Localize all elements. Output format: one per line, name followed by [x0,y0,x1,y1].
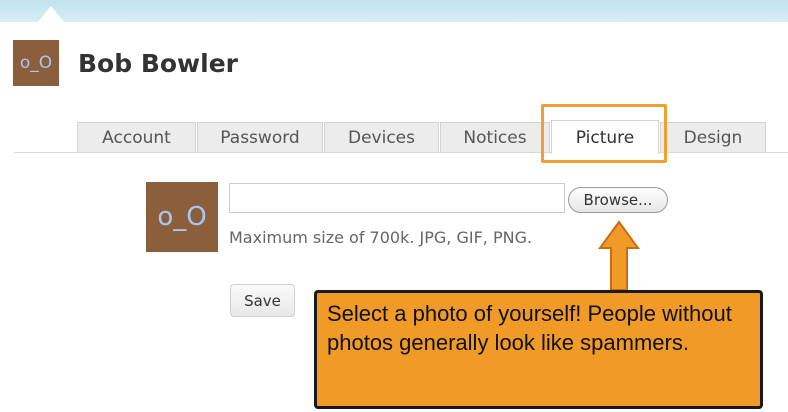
tab-design[interactable]: Design [660,122,766,152]
save-button[interactable]: Save [230,284,295,317]
tab-devices[interactable]: Devices [324,122,439,152]
page-title: Bob Bowler [78,49,239,78]
tab-account[interactable]: Account [77,122,196,152]
tip-callout: Select a photo of yourself! People witho… [314,290,763,409]
picture-tab-highlight [541,104,667,163]
current-picture: o_O [146,182,218,252]
tab-password[interactable]: Password [197,122,323,152]
browse-button[interactable]: Browse... [568,187,668,213]
tabs-divider [14,152,788,153]
file-size-hint: Maximum size of 700k. JPG, GIF, PNG. [229,228,533,247]
tab-notices[interactable]: Notices [440,122,550,152]
up-arrow-icon [598,220,640,291]
avatar: o_O [13,40,59,86]
top-banner [0,0,788,22]
file-path-input[interactable] [229,183,565,213]
banner-notch [38,6,64,22]
